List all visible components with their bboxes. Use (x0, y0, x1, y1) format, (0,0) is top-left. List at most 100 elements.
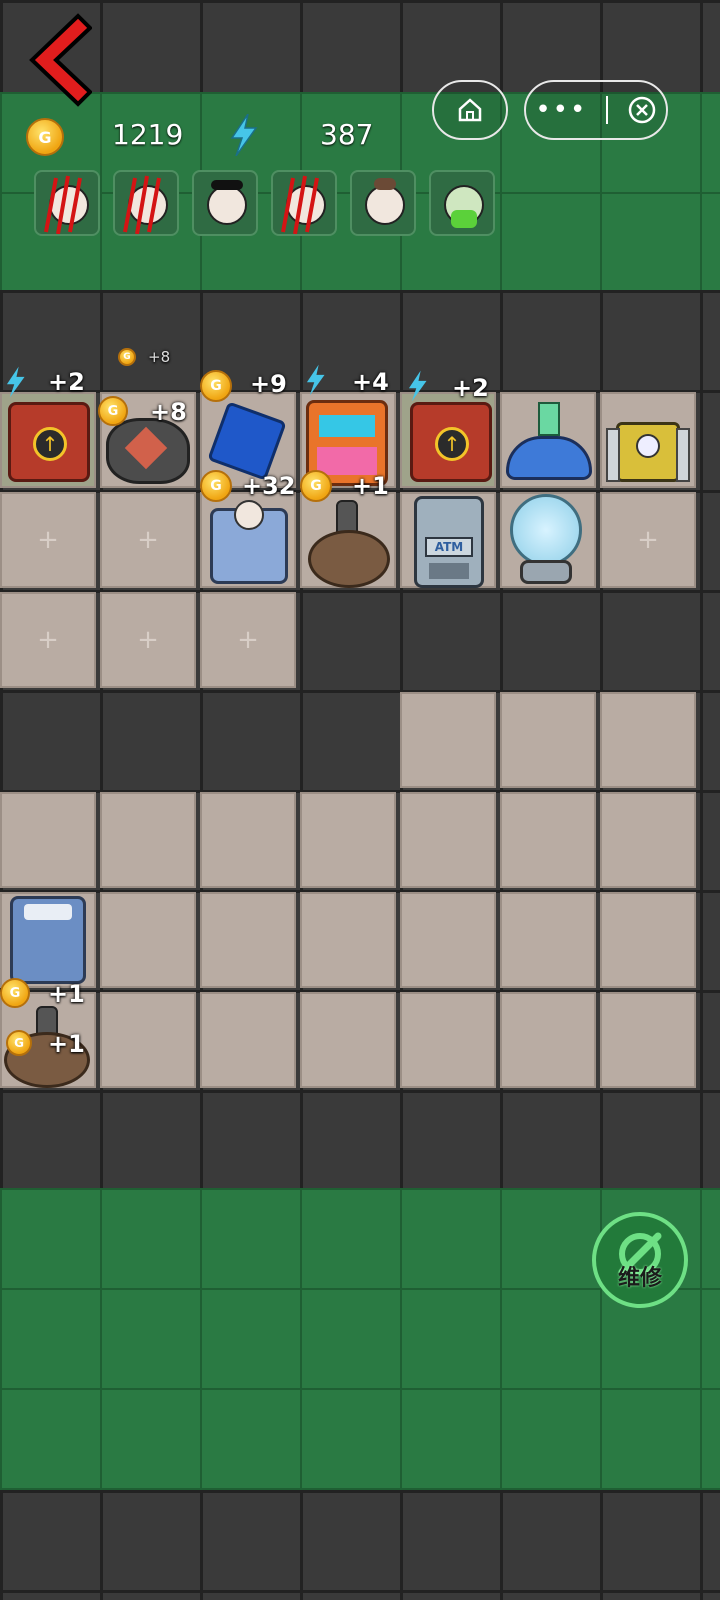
girl-face-icon (207, 185, 247, 225)
arcade-screen (319, 415, 375, 437)
grave-mound[interactable] (306, 500, 392, 590)
repair-button[interactable]: 维修 (592, 1212, 688, 1308)
character-slot-3[interactable] (192, 170, 258, 236)
gold-coin-icon: G (300, 470, 332, 502)
floor-tile (200, 992, 296, 1088)
plasma-ball[interactable] (506, 494, 586, 590)
empty-build-slot[interactable] (100, 492, 196, 588)
empty-bed[interactable] (10, 896, 86, 986)
energy-bolt-icon (230, 114, 258, 156)
atm-machine[interactable]: ATM (414, 496, 484, 588)
gold-gain-label: +1 (48, 980, 85, 1008)
sleeping-girl-icon (234, 500, 264, 530)
back-arrow-icon (29, 13, 93, 107)
claw-scratch-icon (123, 175, 161, 234)
gold-coin-icon: G (6, 1030, 32, 1056)
floor-tile (400, 792, 496, 888)
hair-bun-icon (374, 178, 396, 190)
upgrade-arrow-icon: ↑ (435, 427, 469, 461)
gauge-icon (636, 434, 660, 458)
floor-tile (100, 892, 196, 988)
claw-scratch-icon (281, 175, 319, 234)
home-button[interactable] (432, 80, 508, 140)
repair-button-label: 维修 (617, 1266, 662, 1291)
character-slot-2[interactable] (113, 170, 179, 236)
capsule-divider (606, 96, 608, 124)
generator-coil-right (676, 428, 690, 482)
empty-build-slot[interactable] (0, 492, 96, 588)
empty-build-slot[interactable] (0, 592, 96, 688)
dirt-mound (308, 530, 390, 588)
floor-tile (600, 692, 696, 788)
atm-keypad (429, 563, 469, 579)
floor-tile (0, 792, 96, 888)
floor-tile (200, 892, 296, 988)
gold-coin-icon: G (0, 978, 30, 1008)
plasma-globe (510, 494, 582, 566)
gold-gain-label: +1 (48, 1030, 85, 1058)
character-slot-4[interactable] (271, 170, 337, 236)
gold-gain-label: +1 (352, 472, 389, 500)
empty-build-slot[interactable] (600, 492, 696, 588)
printer-base (506, 436, 592, 480)
arcade-panel (317, 447, 377, 475)
red-crystal-icon (124, 426, 168, 470)
ore-rock[interactable] (106, 418, 190, 484)
floor-tile (200, 792, 296, 888)
empty-build-slot[interactable] (200, 592, 296, 688)
gold-coin-icon: G (200, 470, 232, 502)
character-slot-1[interactable] (34, 170, 100, 236)
energy-generator-upgrade[interactable]: ↑ (8, 402, 90, 482)
energy-count: 387 (320, 118, 374, 151)
money-printer-machine[interactable] (506, 400, 592, 486)
floor-tile (400, 692, 496, 788)
bottom-wall (0, 1490, 720, 1600)
floor-tile (100, 992, 196, 1088)
gold-count: 1219 (112, 118, 184, 151)
empty-build-slot[interactable] (100, 592, 196, 688)
gold-coin-icon: G (26, 118, 64, 156)
energy-gain-label: +2 (48, 368, 85, 396)
close-icon[interactable] (627, 95, 657, 125)
gold-gain-label: +8 (150, 398, 187, 426)
floor-tile (100, 792, 196, 888)
floor-tile (300, 792, 396, 888)
tesla-generator[interactable] (606, 398, 690, 486)
more-icon[interactable]: ••• (535, 95, 587, 125)
atm-screen: ATM (425, 537, 473, 557)
top-wall (0, 0, 720, 92)
energy-gain-label: +2 (452, 374, 489, 402)
gold-gain-label-small: +8 (148, 348, 171, 366)
energy-bolt-icon (306, 364, 325, 396)
gold-coin-icon: G (98, 396, 128, 426)
gold-gain-label: +32 (242, 472, 296, 500)
floor-tile (400, 992, 496, 1088)
menu-capsule: ••• (524, 80, 668, 140)
pillow (24, 904, 72, 920)
energy-gain-label: +4 (352, 368, 389, 396)
back-button[interactable] (28, 12, 93, 108)
energy-generator-upgrade[interactable]: ↑ (410, 402, 492, 482)
gold-coin-icon: G (200, 370, 232, 402)
slime-icon (451, 210, 477, 228)
cash-bill-icon (538, 402, 560, 436)
floor-tile (600, 892, 696, 988)
floor-tile (400, 892, 496, 988)
floor-tile (500, 692, 596, 788)
character-slot-5[interactable] (350, 170, 416, 236)
hair-bow-icon (211, 180, 243, 190)
floor-tile (500, 892, 596, 988)
floor-tile (300, 892, 396, 988)
floor-tile (500, 792, 596, 888)
bed-with-character[interactable] (210, 500, 288, 586)
energy-bolt-icon (6, 366, 25, 398)
character-slot-6[interactable] (429, 170, 495, 236)
generator-coil-left (606, 428, 620, 482)
upgrade-arrow-icon: ↑ (33, 427, 67, 461)
home-icon (458, 98, 482, 122)
floor-tile (500, 992, 596, 1088)
gold-gain-label: +9 (250, 370, 287, 398)
plasma-base (520, 560, 572, 584)
energy-bolt-icon (408, 370, 427, 402)
floor-tile (600, 992, 696, 1088)
